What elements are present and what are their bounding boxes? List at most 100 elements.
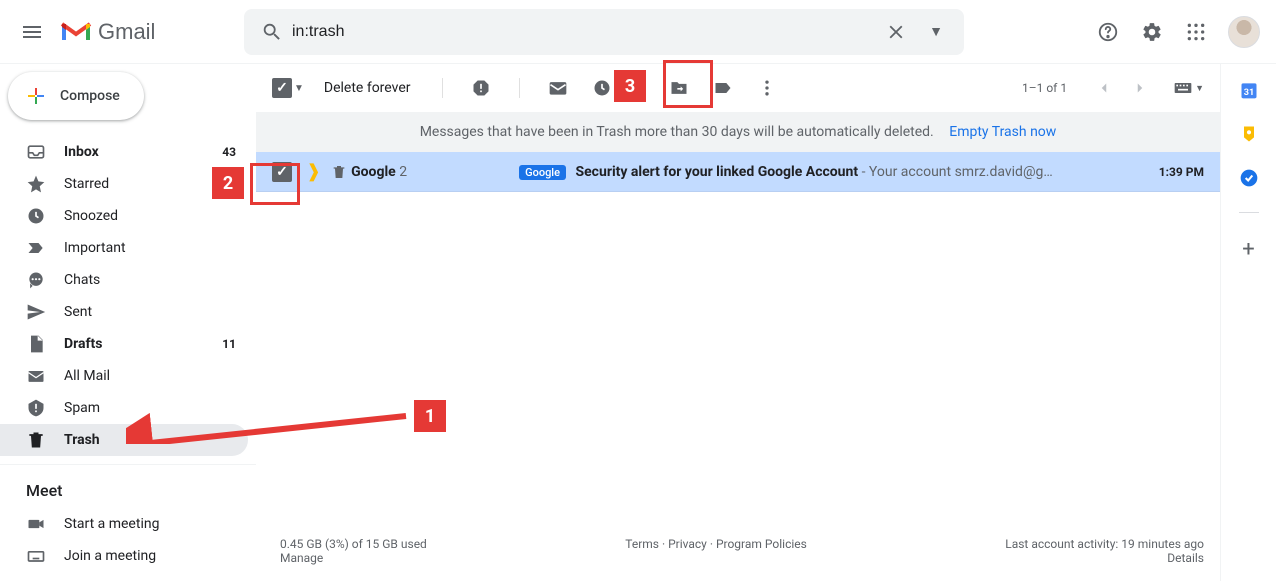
sender-chip: Google: [519, 165, 566, 180]
mark-unread-button[interactable]: [548, 78, 568, 98]
get-addons-button[interactable]: +: [1242, 237, 1254, 262]
separator: [640, 78, 641, 98]
sidebar-item-sent[interactable]: Sent: [0, 296, 248, 328]
sidebar-item-count: 11: [222, 337, 236, 351]
trash-icon: [26, 430, 46, 450]
page-info: 1–1 of 1: [1022, 81, 1067, 95]
sidebar-item-label: Chats: [64, 272, 236, 288]
sidebar-item-important[interactable]: Important: [0, 232, 248, 264]
sidebar-item-allmail[interactable]: All Mail: [0, 360, 248, 392]
select-all-checkbox[interactable]: ▼: [272, 78, 304, 98]
tasks-addon-button[interactable]: [1239, 168, 1259, 188]
labels-button[interactable]: [713, 78, 733, 98]
sidebar-item-inbox[interactable]: Inbox 43: [0, 136, 248, 168]
draft-icon: [26, 334, 46, 354]
sidebar-item-drafts[interactable]: Drafts 11: [0, 328, 248, 360]
sidebar-item-start-meeting[interactable]: Start a meeting: [0, 508, 248, 540]
divider: [0, 464, 256, 465]
privacy-link[interactable]: Privacy: [668, 537, 707, 551]
sidebar-item-label: Important: [64, 240, 236, 256]
storage-text: 0.45 GB (3%) of 15 GB used: [280, 537, 427, 551]
sidebar-item-label: Join a meeting: [64, 548, 236, 564]
header: Gmail ▼: [0, 0, 1276, 64]
video-icon: [26, 514, 46, 534]
footer: 0.45 GB (3%) of 15 GB used Manage Terms …: [256, 521, 1220, 581]
search-icon[interactable]: [252, 21, 292, 43]
sidebar-item-spam[interactable]: Spam: [0, 392, 248, 424]
message-checkbox[interactable]: [272, 162, 292, 182]
search-input[interactable]: [292, 23, 876, 41]
banner-text: Messages that have been in Trash more th…: [420, 124, 934, 140]
meet-section-header: Meet: [0, 473, 256, 508]
search-box[interactable]: ▼: [244, 9, 964, 55]
report-spam-button[interactable]: [471, 78, 491, 98]
message-body: Google Security alert for your linked Go…: [519, 164, 1143, 180]
delete-forever-button[interactable]: Delete forever: [324, 80, 411, 96]
terms-link[interactable]: Terms: [625, 537, 659, 551]
message-row[interactable]: ❱ Google 2 Google Security alert for you…: [256, 152, 1220, 192]
spam-icon: [26, 398, 46, 418]
search-options-dropdown[interactable]: ▼: [916, 23, 956, 40]
sidebar-item-count: 43: [222, 145, 236, 159]
sidebar-item-label: Drafts: [64, 336, 222, 352]
sidebar-item-label: Trash: [64, 432, 236, 448]
allmail-icon: [26, 366, 46, 386]
search-clear-button[interactable]: [876, 12, 916, 52]
more-button[interactable]: [757, 78, 777, 98]
sidebar-item-chats[interactable]: Chats: [0, 264, 248, 296]
sidebar-item-label: Inbox: [64, 144, 222, 160]
details-link[interactable]: Details: [1167, 551, 1204, 565]
snooze-button[interactable]: [592, 78, 612, 98]
plus-icon: [24, 84, 48, 108]
activity-text: Last account activity: 19 minutes ago: [1005, 537, 1204, 551]
sidebar: Compose Inbox 43 Starred Snoozed Importa…: [0, 64, 256, 581]
input-tools-button[interactable]: ▼: [1173, 81, 1204, 95]
message-time: 1:39 PM: [1159, 165, 1204, 179]
sidebar-item-snoozed[interactable]: Snoozed: [0, 200, 248, 232]
star-icon: [26, 174, 46, 194]
chevron-down-icon[interactable]: ▼: [294, 83, 304, 94]
message-subject: Security alert for your linked Google Ac…: [576, 164, 859, 180]
prev-page-button[interactable]: [1089, 73, 1119, 103]
sidebar-item-join-meeting[interactable]: Join a meeting: [0, 540, 248, 572]
important-icon: [26, 238, 46, 258]
annotation-1: 1: [414, 400, 446, 432]
gmail-logo-icon: [60, 20, 92, 44]
manage-storage-link[interactable]: Manage: [280, 551, 323, 565]
next-page-button[interactable]: [1125, 73, 1155, 103]
policies-link[interactable]: Program Policies: [716, 537, 807, 551]
side-panel: 31 +: [1220, 64, 1276, 581]
divider: [1239, 212, 1259, 213]
sidebar-item-trash[interactable]: Trash: [0, 424, 248, 456]
sidebar-item-label: Start a meeting: [64, 516, 236, 532]
keep-addon-button[interactable]: [1239, 124, 1259, 144]
calendar-addon-button[interactable]: 31: [1239, 80, 1259, 100]
compose-button[interactable]: Compose: [8, 72, 144, 120]
main-content: ▼ Delete forever 1–1 of 1 ▼: [256, 64, 1220, 581]
gmail-logo[interactable]: Gmail: [56, 19, 236, 45]
message-snippet: - Your account smrz.david@g…: [858, 164, 1053, 180]
toolbar: ▼ Delete forever 1–1 of 1 ▼: [256, 64, 1220, 112]
sidebar-item-label: Spam: [64, 400, 236, 416]
chat-icon: [26, 270, 46, 290]
sidebar-item-label: Starred: [64, 176, 236, 192]
main-menu-button[interactable]: [8, 8, 56, 56]
sent-icon: [26, 302, 46, 322]
support-button[interactable]: [1088, 12, 1128, 52]
trash-icon: [331, 164, 347, 180]
empty-trash-link[interactable]: Empty Trash now: [949, 124, 1056, 140]
move-to-button[interactable]: [669, 78, 689, 98]
keyboard-icon: [26, 546, 46, 566]
apps-button[interactable]: [1176, 12, 1216, 52]
sidebar-item-starred[interactable]: Starred: [0, 168, 248, 200]
settings-button[interactable]: [1132, 12, 1172, 52]
clock-icon: [26, 206, 46, 226]
important-marker-icon[interactable]: ❱: [306, 161, 321, 182]
trash-banner: Messages that have been in Trash more th…: [256, 112, 1220, 152]
account-avatar[interactable]: [1228, 16, 1260, 48]
sidebar-item-label: Sent: [64, 304, 236, 320]
sidebar-item-label: All Mail: [64, 368, 236, 384]
checkbox-icon: [272, 78, 292, 98]
message-sender: Google 2: [351, 164, 519, 180]
gmail-logo-text: Gmail: [98, 19, 155, 45]
